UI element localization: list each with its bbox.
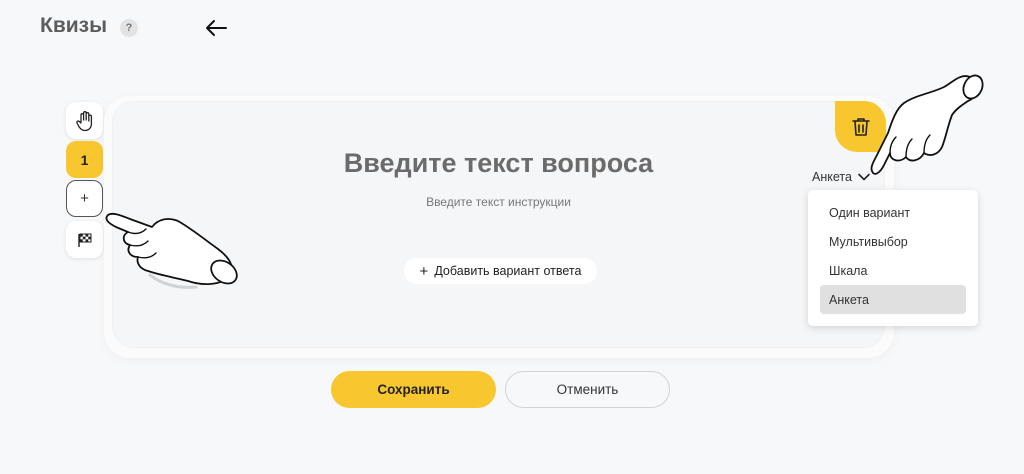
intro-slide-button[interactable] — [66, 102, 103, 139]
chevron-down-icon — [858, 173, 870, 181]
option-multi-choice[interactable]: Мультивыбор — [820, 227, 966, 256]
finish-slide-button[interactable] — [66, 221, 103, 258]
question-1-button[interactable]: 1 — [66, 141, 103, 178]
question-type-value: Анкета — [812, 170, 852, 184]
option-scale[interactable]: Шкала — [820, 256, 966, 285]
trash-icon — [851, 117, 870, 136]
add-question-button[interactable]: + — [66, 180, 103, 217]
option-single-choice[interactable]: Один вариант — [820, 198, 966, 227]
finish-flag-icon — [77, 233, 91, 247]
option-survey[interactable]: Анкета — [820, 285, 966, 314]
add-answer-button[interactable]: + Добавить вариант ответа — [404, 258, 597, 284]
help-icon[interactable]: ? — [120, 19, 138, 37]
pointing-hand-right-icon — [870, 74, 984, 175]
add-answer-label: Добавить вариант ответа — [434, 264, 582, 278]
plus-icon: + — [419, 262, 429, 280]
question-title-input[interactable]: Введите текст вопроса — [112, 148, 885, 179]
question-type-dropdown: Один вариант Мультивыбор Шкала Анкета — [808, 190, 978, 326]
page-title: Квизы — [40, 14, 108, 37]
question-type-select[interactable]: Анкета — [812, 170, 870, 184]
pointing-hand-left-icon — [105, 212, 238, 289]
back-arrow-icon[interactable] — [204, 18, 228, 38]
save-button[interactable]: Сохранить — [331, 371, 496, 408]
cancel-button[interactable]: Отменить — [505, 371, 670, 408]
hand-wave-icon — [75, 110, 92, 131]
